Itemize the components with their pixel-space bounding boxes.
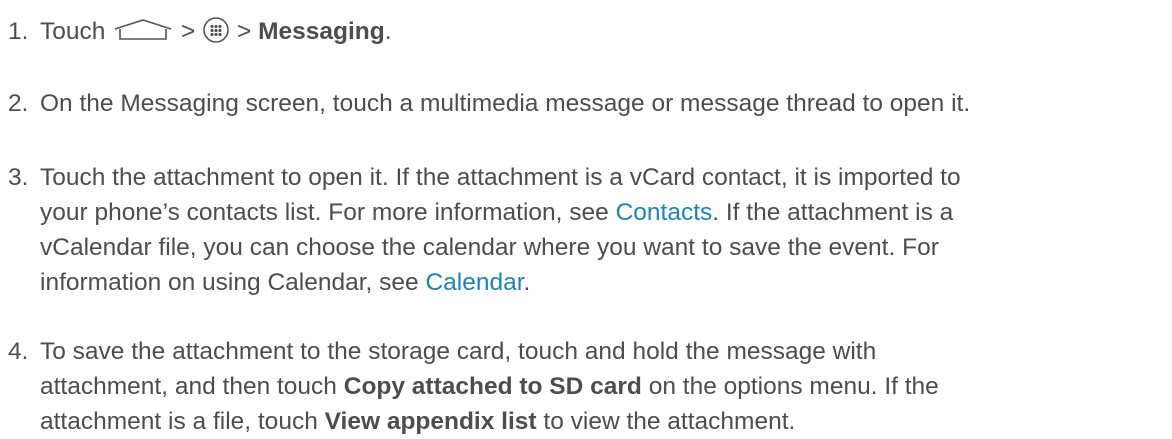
step-number: 1. bbox=[8, 18, 29, 45]
step-4-text-segment: attachment, and then touch bbox=[40, 373, 344, 400]
step-4-line: attachment is a file, touch View appendi… bbox=[40, 404, 1170, 439]
step-2-line: On the Messaging screen, touch a multime… bbox=[40, 90, 971, 117]
apps-icon bbox=[202, 15, 230, 50]
home-icon bbox=[112, 15, 174, 50]
messaging-label: Messaging bbox=[258, 18, 385, 45]
step-3-line: Touch the attachment to open it. If the … bbox=[40, 164, 961, 191]
step-3-text-segment: . bbox=[523, 269, 531, 296]
step-1-suffix: . bbox=[384, 18, 392, 45]
contacts-link[interactable]: Contacts bbox=[616, 199, 713, 226]
step-number: 3. bbox=[8, 164, 29, 191]
step-3-text-segment: your phone’s contacts list. For more inf… bbox=[40, 199, 616, 226]
view-appendix-label: View appendix list bbox=[324, 408, 537, 435]
calendar-link[interactable]: Calendar bbox=[425, 269, 523, 296]
step-4-line: To save the attachment to the storage ca… bbox=[40, 338, 877, 365]
step-1-separator: > bbox=[181, 18, 203, 45]
step-3-line: your phone’s contacts list. For more inf… bbox=[40, 195, 1170, 230]
step-1-separator: > bbox=[236, 18, 259, 45]
step-1-prefix: Touch bbox=[40, 18, 113, 45]
step-3-text-segment: information on using Calendar, see bbox=[40, 269, 426, 296]
step-number: 2. bbox=[8, 90, 29, 117]
step-3-text: Touch the attachment to open it. If the … bbox=[40, 160, 1170, 300]
step-1-text: Touch > > Messaging. bbox=[40, 14, 1170, 50]
step-4-text-segment: to view the attachment. bbox=[536, 408, 796, 435]
step-4-line: attachment, and then touch Copy attached… bbox=[40, 369, 1170, 404]
step-4-text-segment: attachment is a file, touch bbox=[40, 408, 325, 435]
step-3-line: information on using Calendar, see Calen… bbox=[40, 265, 1170, 300]
copy-attached-label: Copy attached to SD card bbox=[343, 373, 642, 400]
step-4-text-segment: on the options menu. If the bbox=[641, 373, 939, 400]
step-3-line: vCalendar file, you can choose the calen… bbox=[40, 234, 939, 261]
step-3-text-segment: . If the attachment is a bbox=[712, 199, 954, 226]
step-4-text: To save the attachment to the storage ca… bbox=[40, 334, 1170, 439]
step-number: 4. bbox=[8, 338, 29, 365]
step-2-text: On the Messaging screen, touch a multime… bbox=[40, 86, 1170, 121]
